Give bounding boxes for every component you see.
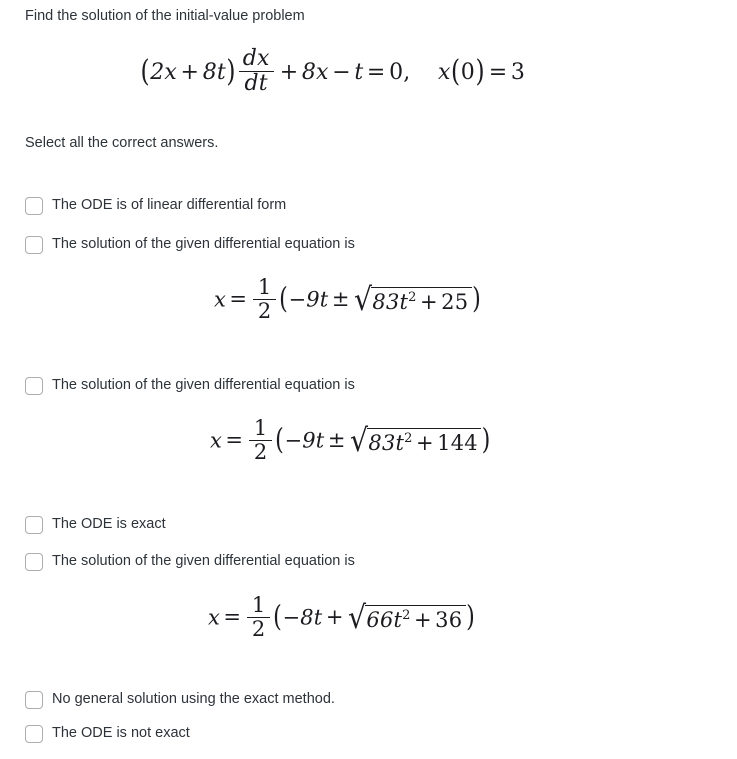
half-fraction: 12 — [253, 274, 277, 324]
checkbox-icon[interactable] — [25, 553, 43, 571]
square-root: √ 83t2 +25 — [353, 282, 472, 319]
checkbox-icon[interactable] — [25, 197, 43, 215]
formula-minus: − — [284, 428, 303, 453]
option-row-3[interactable]: The ODE is exact — [25, 514, 166, 536]
option-row-2[interactable]: The solution of the given differential e… — [25, 375, 355, 397]
initial-condition-arg: 0 — [460, 59, 475, 85]
formula-lhs: x — [208, 605, 221, 630]
solution-formula-3: x = 1 2 (−8t + √ 66t2 +36) — [208, 592, 475, 642]
formula-equals: = — [225, 428, 244, 453]
formula-first-term: 9t — [302, 428, 325, 453]
option-row-0[interactable]: The ODE is of linear differential form — [25, 195, 286, 217]
square-root: √ 66t2 +36 — [347, 600, 466, 637]
initial-value-problem-equation: (2x +8t) dx dt +8x − t = 0, x(0) = 3 — [140, 45, 526, 97]
derivative-denominator: dt — [244, 71, 268, 97]
fraction-numerator: 1 — [257, 274, 272, 299]
equation-open-paren: ( — [140, 54, 150, 89]
formula-close-paren: ) — [472, 282, 481, 317]
formula-plus-minus-sign: ± — [327, 428, 346, 453]
formula-lhs: x — [210, 428, 223, 453]
radicand-constant: 144 — [437, 431, 478, 455]
radicand-plus: + — [416, 431, 434, 455]
radicand-coefficient: 83t — [372, 290, 409, 314]
question-page: Find the solution of the initial-value p… — [0, 0, 737, 759]
option-row-5[interactable]: No general solution using the exact meth… — [25, 689, 335, 711]
option-label: The ODE is exact — [52, 516, 166, 533]
option-label: The ODE is of linear differential form — [52, 197, 287, 214]
derivative-numerator: dx — [242, 45, 270, 71]
radicand-plus: + — [420, 290, 438, 314]
radicand: 66t2 +36 — [364, 605, 466, 632]
radicand: 83t2 +25 — [370, 287, 472, 314]
formula-equals: = — [229, 287, 248, 312]
formula-close-paren: ) — [481, 423, 491, 458]
initial-condition-equals: = — [488, 59, 508, 85]
equation-term-8t: 8t — [202, 59, 226, 85]
option-label: The solution of the given differential e… — [52, 377, 355, 394]
equation-comma: , — [403, 59, 411, 85]
equation-equals: = — [366, 59, 386, 85]
radicand: 83t2 +144 — [366, 428, 482, 455]
initial-condition-close-paren: ) — [475, 54, 485, 89]
formula-minus: − — [288, 287, 307, 312]
fraction-denominator: 2 — [257, 299, 272, 324]
radicand-exponent: 2 — [408, 290, 417, 305]
solution-formula-2: x = 1 2 (−9t ± √ 83t2 +144) — [210, 415, 491, 465]
radical-icon: √ — [347, 600, 367, 637]
equation-plus-1: + — [180, 59, 200, 85]
formula-close-paren: ) — [466, 600, 475, 635]
checkbox-icon[interactable] — [25, 516, 43, 534]
formula-first-term: 9t — [306, 287, 329, 312]
option-label: The solution of the given differential e… — [52, 236, 355, 253]
checkbox-icon[interactable] — [25, 725, 43, 743]
radicand-exponent: 2 — [404, 431, 413, 446]
option-row-4[interactable]: The solution of the given differential e… — [25, 551, 355, 573]
checkbox-icon[interactable] — [25, 691, 43, 709]
radicand-constant: 36 — [435, 608, 463, 632]
half-fraction: 12 — [247, 592, 271, 642]
radicand-constant: 25 — [441, 290, 469, 314]
equation-plus-2: + — [279, 59, 299, 85]
solution-formula-1: x = 1 2 (−9t ± √ 83t2 +25) — [214, 274, 481, 324]
fraction-numerator: 1 — [251, 592, 266, 617]
fraction-denominator: 2 — [251, 617, 266, 642]
equation-close-paren: ) — [226, 54, 236, 89]
derivative-fraction: dx dt — [238, 45, 274, 97]
formula-first-term: 8t — [300, 605, 323, 630]
question-prompt: Find the solution of the initial-value p… — [25, 8, 305, 24]
option-label: No general solution using the exact meth… — [52, 691, 335, 708]
option-row-1[interactable]: The solution of the given differential e… — [25, 234, 355, 256]
square-root: √ 83t2 +144 — [349, 423, 482, 460]
equation-term-2x: 2x — [150, 59, 178, 85]
option-row-6[interactable]: The ODE is not exact — [25, 723, 190, 745]
radical-icon: √ — [353, 282, 373, 319]
checkbox-icon[interactable] — [25, 236, 43, 254]
option-label: The ODE is not exact — [52, 725, 190, 742]
formula-plus-minus-sign: + — [325, 605, 344, 630]
radical-icon: √ — [349, 423, 369, 460]
checkbox-icon[interactable] — [25, 377, 43, 395]
radicand-exponent: 2 — [402, 608, 411, 623]
formula-equals: = — [223, 605, 242, 630]
radicand-coefficient: 66t — [366, 608, 403, 632]
formula-lhs: x — [214, 287, 227, 312]
radicand-coefficient: 83t — [368, 431, 405, 455]
initial-condition-open-paren: ( — [451, 54, 461, 89]
option-label: The solution of the given differential e… — [52, 553, 355, 570]
select-all-instruction: Select all the correct answers. — [25, 135, 219, 151]
initial-condition-value: 3 — [510, 59, 526, 85]
equation-zero: 0 — [389, 59, 404, 85]
formula-plus-minus-sign: ± — [331, 287, 350, 312]
radicand-plus: + — [414, 608, 432, 632]
initial-condition-x: x — [437, 59, 451, 85]
half-fraction: 12 — [249, 415, 273, 465]
equation-minus: − — [332, 59, 351, 85]
fraction-numerator: 1 — [253, 415, 268, 440]
formula-minus: − — [282, 605, 301, 630]
formula-open-paren: ( — [275, 423, 285, 458]
equation-term-8x: 8x — [301, 59, 329, 85]
formula-open-paren: ( — [279, 282, 289, 317]
fraction-denominator: 2 — [253, 440, 268, 465]
formula-open-paren: ( — [273, 600, 283, 635]
